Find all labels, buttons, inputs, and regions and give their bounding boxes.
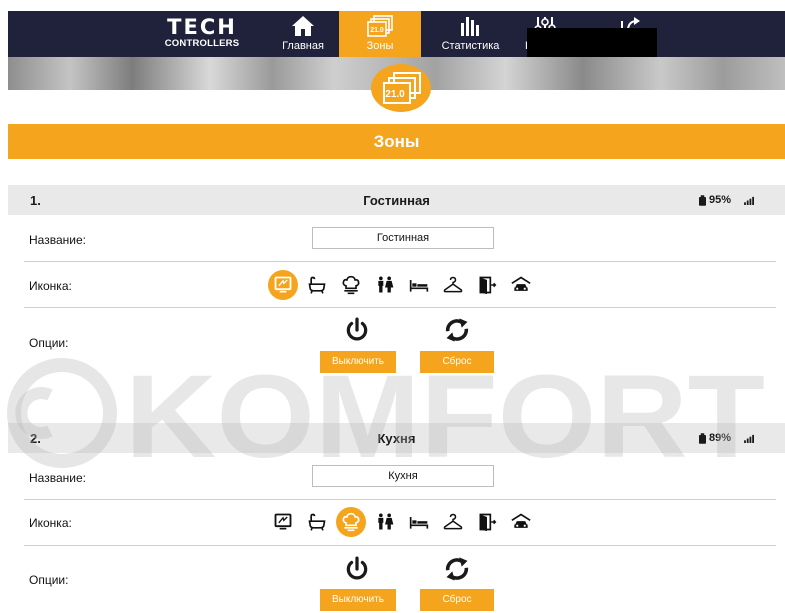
nav-label-statistics: Статистика (441, 40, 500, 52)
car-icon[interactable] (506, 507, 536, 537)
hanger-icon[interactable] (438, 507, 468, 537)
reset-button[interactable]: Сброс (420, 351, 494, 373)
svg-text:KOMFORT: KOMFORT (125, 355, 765, 475)
logo-line1: TECH (167, 15, 237, 39)
reset-button[interactable]: Сброс (420, 589, 494, 611)
options-label: Опции: (29, 573, 69, 587)
nav-item-zones[interactable]: 21.0 Зоны (339, 11, 421, 57)
divider (24, 499, 776, 500)
nav-label-zones: Зоны (366, 40, 394, 52)
bathtub-icon[interactable] (302, 507, 332, 537)
door-icon[interactable] (472, 270, 502, 300)
options-label: Опции: (29, 336, 69, 350)
divider (24, 545, 776, 546)
divider (24, 261, 776, 262)
icon-label: Иконка: (29, 279, 72, 293)
car-icon[interactable] (506, 270, 536, 300)
tv-icon[interactable] (268, 507, 298, 537)
hanger-icon[interactable] (438, 270, 468, 300)
chef-hat-icon[interactable] (336, 270, 366, 300)
children-icon[interactable] (370, 507, 400, 537)
zone-header: 2. Кухня 89% (8, 423, 785, 453)
signal-icon (744, 196, 755, 205)
top-navigation-bar: TECH CONTROLLERS Главная 21.0 Зоны Стати… (8, 11, 785, 57)
bed-icon[interactable] (404, 270, 434, 300)
logo-line2: CONTROLLERS (164, 38, 240, 49)
redaction-overlay (527, 28, 657, 57)
battery-icon (699, 195, 706, 206)
tv-icon[interactable] (268, 270, 298, 300)
battery-percent: 95% (709, 194, 732, 206)
zones-icon: 21.0 (367, 15, 393, 37)
nav-item-statistics[interactable]: Статистика (428, 11, 513, 57)
power-icon[interactable] (342, 554, 372, 584)
zone-name-input[interactable]: Кухня (312, 465, 494, 487)
name-label: Название: (29, 471, 86, 485)
nav-item-home[interactable]: Главная (268, 11, 338, 57)
battery-icon (699, 433, 706, 444)
nav-label-home: Главная (282, 40, 324, 52)
battery-status: 89% (699, 432, 755, 444)
name-label: Название: (29, 233, 86, 247)
battery-status: 95% (699, 194, 755, 206)
bed-icon[interactable] (404, 507, 434, 537)
zones-badge-text: 21.0 (385, 89, 405, 100)
page-title: Зоны (8, 124, 785, 159)
zone-name: Гостинная (363, 193, 430, 208)
divider (24, 307, 776, 308)
turn-off-button[interactable]: Выключить (320, 351, 396, 373)
zone-header: 1. Гостинная 95% (8, 185, 785, 215)
svg-text:21.0: 21.0 (370, 27, 384, 34)
power-icon[interactable] (342, 315, 372, 345)
bathtub-icon[interactable] (302, 270, 332, 300)
home-icon (292, 16, 314, 36)
reset-icon[interactable] (442, 315, 472, 345)
signal-icon (744, 434, 755, 443)
door-icon[interactable] (472, 507, 502, 537)
zones-badge: 21.0 (371, 64, 431, 112)
battery-percent: 89% (709, 432, 732, 444)
tech-controllers-logo[interactable]: TECH CONTROLLERS (164, 16, 240, 52)
chef-hat-icon[interactable] (336, 507, 366, 537)
icon-label: Иконка: (29, 516, 72, 530)
children-icon[interactable] (370, 270, 400, 300)
komfort-watermark: KOMFORT (7, 355, 765, 475)
turn-off-button[interactable]: Выключить (320, 589, 396, 611)
reset-icon[interactable] (442, 554, 472, 584)
statistics-icon (460, 17, 479, 36)
zone-name-input[interactable]: Гостинная (312, 227, 494, 249)
zone-name: Кухня (377, 431, 416, 446)
